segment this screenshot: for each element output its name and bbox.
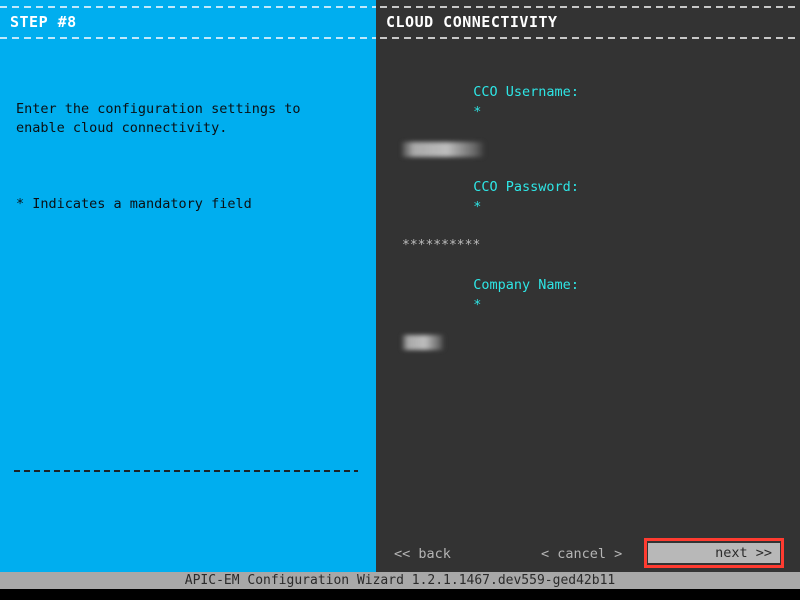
right-panel-divider-bottom	[380, 37, 800, 39]
cco-password-label-text: CCO Password:	[473, 179, 579, 195]
step-info-panel: STEP #8 Enter the configuration settings…	[0, 0, 376, 572]
cloud-connectivity-form: CCO Username: * CCO Password: * ********…	[392, 62, 792, 350]
cco-password-input[interactable]: **********	[392, 237, 792, 255]
required-asterisk-icon: *	[473, 199, 482, 215]
cco-username-label: CCO Username: *	[392, 62, 792, 142]
company-name-label: Company Name: *	[392, 255, 792, 335]
back-button[interactable]: << back	[394, 542, 451, 566]
left-panel-horizontal-rule	[14, 470, 358, 472]
cco-username-label-text: CCO Username:	[473, 84, 579, 100]
step-description-text: Enter the configuration settings to enab…	[16, 101, 301, 136]
terminal-screen: STEP #8 Enter the configuration settings…	[0, 0, 800, 600]
next-button[interactable]: next >>	[648, 543, 780, 563]
mandatory-field-note: * Indicates a mandatory field	[16, 196, 252, 212]
cloud-connectivity-panel: CLOUD CONNECTIVITY CCO Username: * CCO P…	[376, 0, 800, 572]
field-cco-username: CCO Username: *	[392, 62, 792, 157]
right-panel-divider-top	[380, 6, 800, 8]
left-panel-divider-top	[0, 6, 376, 8]
company-name-input[interactable]	[402, 335, 444, 350]
panel-title: CLOUD CONNECTIVITY	[386, 13, 558, 31]
step-description-block: Enter the configuration settings to enab…	[16, 62, 356, 252]
left-panel-divider-bottom	[0, 37, 376, 39]
field-cco-password: CCO Password: * **********	[392, 157, 792, 255]
next-button-container: next >>	[644, 538, 784, 568]
wizard-navigation: << back < cancel > next >>	[376, 538, 800, 572]
step-title: STEP #8	[10, 13, 77, 31]
required-asterisk-icon: *	[473, 104, 482, 120]
status-bar: APIC-EM Configuration Wizard 1.2.1.1467.…	[0, 572, 800, 589]
field-company-name: Company Name: *	[392, 255, 792, 350]
cco-password-label: CCO Password: *	[392, 157, 792, 237]
required-asterisk-icon: *	[473, 297, 482, 313]
cco-username-input[interactable]	[402, 142, 484, 157]
company-name-label-text: Company Name:	[473, 277, 579, 293]
screen-bottom-filler	[0, 589, 800, 600]
cancel-button[interactable]: < cancel >	[541, 542, 622, 566]
